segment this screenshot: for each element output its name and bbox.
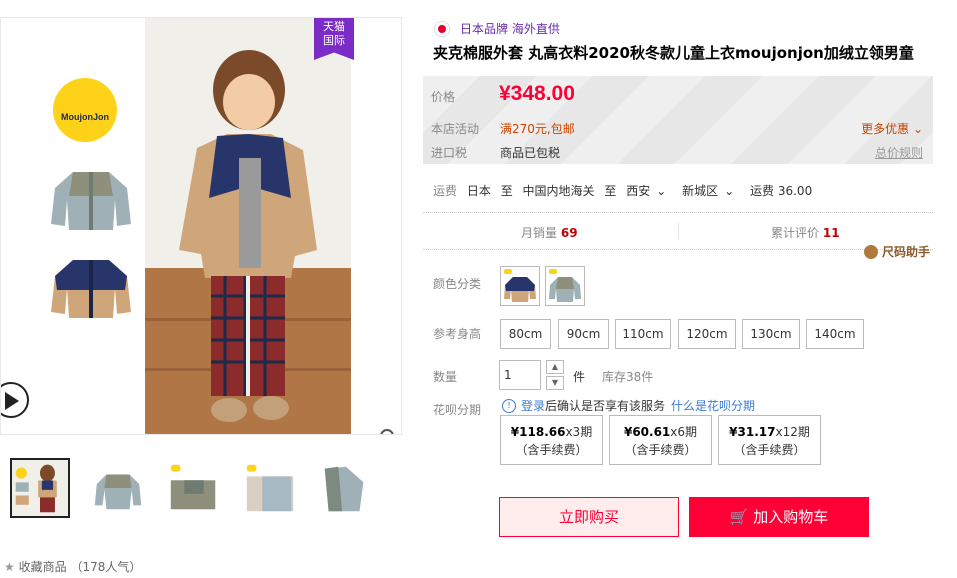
info-icon: ! — [502, 398, 516, 413]
shipping-fee: 运费 36.00 — [750, 184, 813, 198]
navy-jacket-preview — [51, 260, 131, 318]
size-110cm[interactable]: 110cm — [615, 319, 671, 349]
popularity-count: （178人气） — [70, 560, 142, 574]
login-link[interactable]: 登录 — [521, 397, 545, 414]
color-label: 颜色分类 — [433, 277, 482, 291]
chevron-down-icon: ⌄ — [656, 184, 667, 198]
size-80cm[interactable]: 80cm — [500, 319, 551, 349]
sales-stats: 月销量 69 累计评价 11 — [423, 213, 933, 249]
thumbnail-4[interactable] — [240, 458, 300, 518]
brand-origin-line: 日本品牌 海外直供 — [434, 20, 560, 37]
divider — [678, 223, 679, 239]
quantity-input[interactable] — [499, 360, 541, 390]
chevron-down-icon: ⌄ — [909, 122, 923, 136]
thumbnail-3[interactable] — [164, 458, 224, 518]
tax-label: 进口税 — [431, 146, 468, 160]
thumbnail-strip — [10, 458, 400, 520]
japan-flag-icon — [434, 20, 450, 37]
size-120cm[interactable]: 120cm — [678, 319, 736, 349]
installment-3[interactable]: ¥118.66x3期 （含手续费） — [500, 415, 603, 465]
ship-customs: 中国内地海关 — [522, 184, 595, 198]
chevron-down-icon: ⌄ — [724, 184, 735, 198]
brand-column: MoujonJon — [1, 18, 145, 434]
divider — [423, 249, 933, 250]
ship-to-word: 至 — [500, 184, 513, 198]
installment-6[interactable]: ¥60.61x6期 （含手续费） — [609, 415, 712, 465]
buy-now-button[interactable]: 立即购买 — [499, 497, 679, 537]
shipping-label: 运费 — [433, 184, 458, 198]
price-value: ¥348.00 — [499, 82, 575, 105]
shipping-row: 运费 日本 至 中国内地海关 至 西安 ⌄ 新城区 ⌄ 运费 36.00 — [433, 182, 818, 199]
zoom-icon[interactable] — [379, 428, 399, 435]
size-90cm[interactable]: 90cm — [558, 319, 609, 349]
quantity-unit: 件 — [573, 370, 586, 384]
tax-rule-link[interactable]: 总价规则 — [875, 144, 923, 161]
quantity-increase-icon[interactable]: ▲ — [546, 360, 564, 374]
star-icon: ★ — [4, 560, 15, 574]
tax-value: 商品已包税 — [500, 146, 561, 160]
stock-count: 库存38件 — [602, 370, 654, 384]
installment-note: ! 登录 后确认是否享有该服务 什么是花呗分期 — [502, 397, 755, 414]
quantity-decrease-icon[interactable]: ▼ — [546, 376, 564, 390]
size-130cm[interactable]: 130cm — [742, 319, 800, 349]
quantity-label: 数量 — [433, 370, 458, 384]
product-title: 夹克棉服外套 丸高衣料2020秋冬款儿童上衣moujonjon加绒立领男童 — [433, 44, 914, 62]
thumbnail-5[interactable] — [316, 458, 376, 518]
height-label: 参考身高 — [433, 327, 482, 341]
installment-label: 花呗分期 — [433, 403, 482, 417]
thumbnail-1[interactable] — [10, 458, 70, 518]
ruler-icon — [864, 244, 878, 259]
district-select[interactable]: 新城区 ⌄ — [682, 184, 740, 198]
price-box: 价格 ¥348.00 本店活动 满270元,包邮 更多优惠 ⌄ 进口税 商品已包… — [423, 76, 933, 164]
monthly-sales: 月销量 69 — [521, 226, 578, 240]
thumbnail-2[interactable] — [88, 458, 148, 518]
favorite-label: 收藏商品 — [18, 560, 67, 574]
promo-value: 满270元,包邮 — [500, 122, 575, 136]
brand-tag: 日本品牌 海外直供 — [460, 22, 560, 36]
ship-from: 日本 — [466, 184, 491, 198]
total-reviews[interactable]: 累计评价 11 — [771, 224, 840, 241]
more-promo-link[interactable]: 更多优惠 ⌄ — [861, 120, 923, 137]
brand-logo: MoujonJon — [53, 78, 117, 142]
color-option-navy[interactable] — [500, 266, 540, 306]
child-model-photo — [145, 18, 351, 434]
ship-to-word-2: 至 — [604, 184, 617, 198]
color-option-grey[interactable] — [545, 266, 585, 306]
add-to-cart-button[interactable]: 🛒 加入购物车 — [689, 497, 869, 537]
promo-label: 本店活动 — [431, 122, 480, 136]
main-product-image[interactable]: MoujonJon 天猫 国际 — [0, 17, 402, 435]
what-is-huabei-link[interactable]: 什么是花呗分期 — [671, 397, 755, 414]
installment-12[interactable]: ¥31.17x12期 （含手续费） — [718, 415, 821, 465]
city-select[interactable]: 西安 ⌄ — [626, 184, 672, 198]
price-label: 价格 — [431, 90, 456, 104]
size-140cm[interactable]: 140cm — [806, 319, 864, 349]
favorite-product[interactable]: ★ 收藏商品 （178人气） — [4, 558, 141, 575]
installment-note-text: 后确认是否享有该服务 — [545, 399, 666, 413]
cart-icon: 🛒 — [729, 508, 754, 526]
size-helper-button[interactable]: 尺码助手 — [864, 243, 930, 260]
grey-jacket-preview — [51, 172, 131, 230]
